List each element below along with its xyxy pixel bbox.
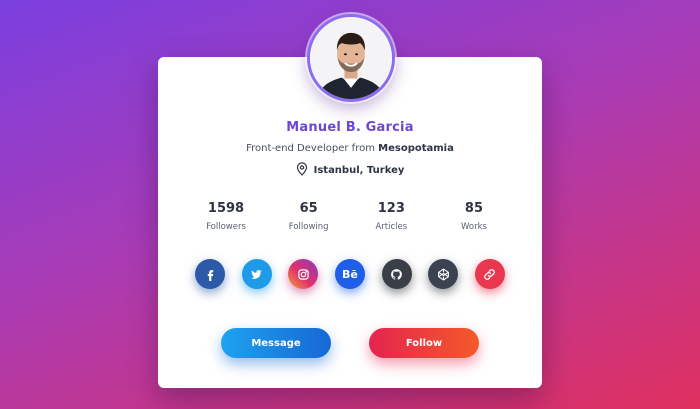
twitter-icon bbox=[251, 269, 263, 279]
social-links: Bē bbox=[195, 259, 505, 289]
behance-button[interactable]: Bē bbox=[334, 259, 365, 289]
role-place: Mesopotamia bbox=[378, 143, 454, 154]
codepen-button[interactable] bbox=[428, 259, 459, 289]
stat-label: Articles bbox=[375, 222, 408, 232]
twitter-button[interactable] bbox=[241, 259, 272, 289]
profile-name: Manuel B. Garcia bbox=[286, 120, 414, 135]
stat-value: 123 bbox=[377, 201, 405, 216]
message-button[interactable]: Message bbox=[221, 328, 331, 358]
stat-following: 65 Following bbox=[268, 201, 350, 232]
role-prefix: Front-end Developer from bbox=[246, 143, 375, 154]
codepen-icon bbox=[437, 268, 449, 280]
stat-followers: 1598 Followers bbox=[185, 201, 267, 232]
stat-label: Following bbox=[288, 222, 329, 232]
instagram-icon bbox=[298, 268, 309, 280]
behance-icon: Bē bbox=[342, 267, 358, 281]
profile-role: Front-end Developer from Mesopotamia bbox=[158, 143, 542, 154]
stat-label: Followers bbox=[206, 222, 246, 232]
avatar bbox=[307, 14, 395, 102]
action-buttons: Message Follow bbox=[221, 328, 479, 358]
github-icon bbox=[391, 268, 402, 280]
link-button[interactable] bbox=[474, 259, 505, 289]
location-text: Istanbul, Turkey bbox=[313, 165, 405, 176]
avatar-photo bbox=[310, 17, 392, 99]
stats-row: 1598 Followers 65 Following 123 Articles… bbox=[185, 201, 515, 232]
facebook-icon bbox=[207, 269, 213, 281]
profile-location: Istanbul, Turkey bbox=[158, 162, 542, 179]
link-icon bbox=[484, 268, 496, 280]
stat-value: 1598 bbox=[207, 201, 245, 216]
profile-card: Manuel B. Garcia Front-end Developer fro… bbox=[158, 57, 542, 388]
stat-label: Works bbox=[460, 222, 487, 232]
github-button[interactable] bbox=[381, 259, 412, 289]
stat-works: 85 Works bbox=[433, 201, 515, 232]
follow-button[interactable]: Follow bbox=[369, 328, 479, 358]
map-pin-icon bbox=[296, 162, 308, 179]
stat-articles: 123 Articles bbox=[350, 201, 432, 232]
stat-value: 85 bbox=[464, 201, 484, 216]
instagram-button[interactable] bbox=[288, 259, 319, 289]
facebook-button[interactable] bbox=[195, 259, 225, 289]
stat-value: 65 bbox=[299, 201, 318, 216]
